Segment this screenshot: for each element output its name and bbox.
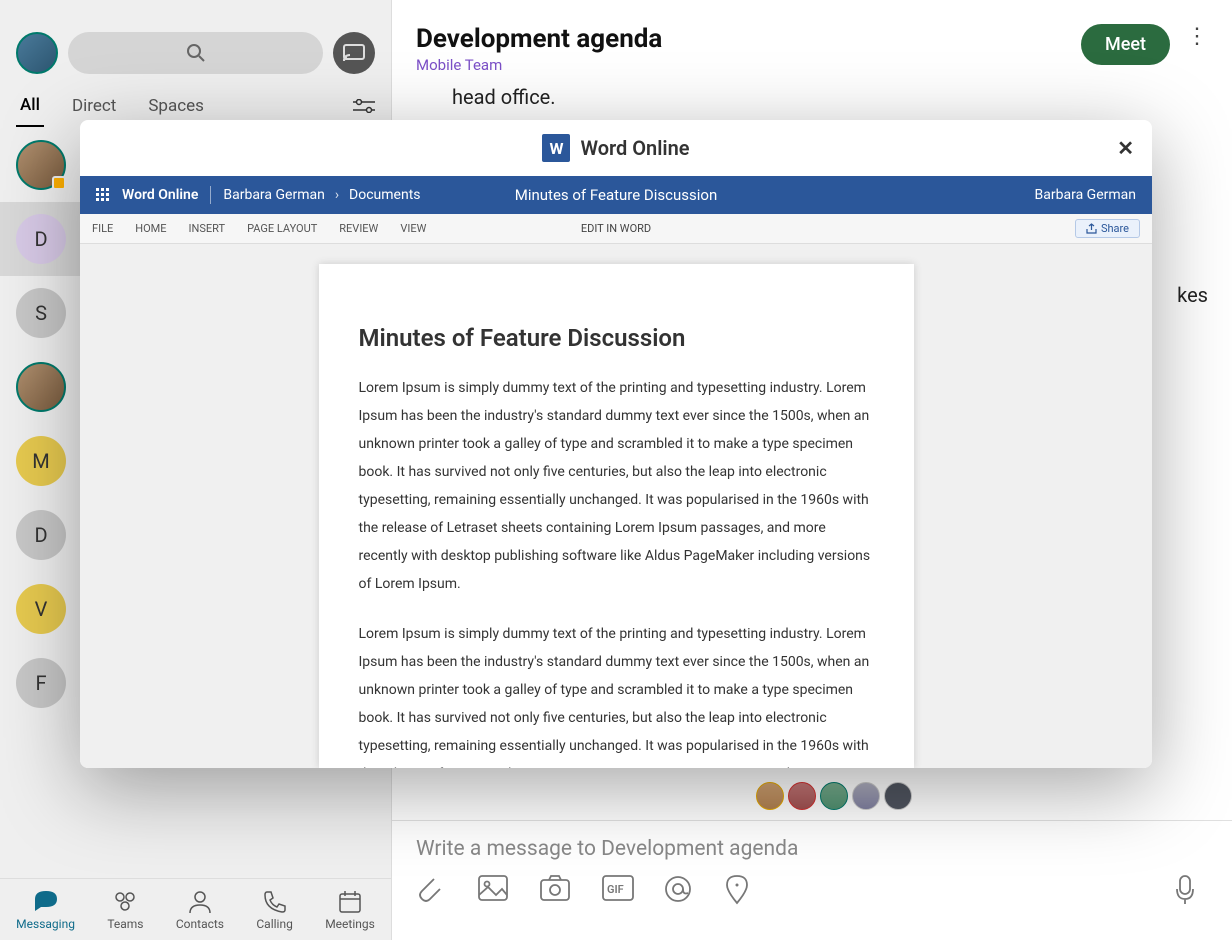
receipt-avatar[interactable]: [820, 782, 848, 810]
more-options-button[interactable]: ⋮: [1186, 24, 1208, 49]
modal-titlebar: W Word Online ✕: [80, 120, 1152, 176]
mention-button[interactable]: [664, 875, 696, 907]
meet-button[interactable]: Meet: [1081, 24, 1170, 65]
doc-heading: Minutes of Feature Discussion: [359, 324, 874, 352]
nav-label: Teams: [107, 917, 143, 931]
word-tab-insert[interactable]: INSERT: [189, 222, 226, 235]
camera-icon: [540, 875, 570, 901]
conversation-avatar: V: [16, 584, 66, 634]
image-button[interactable]: [478, 875, 510, 907]
location-button[interactable]: [726, 875, 758, 907]
conversation-avatar: [16, 140, 66, 190]
message-fragment: head office.: [452, 82, 1172, 112]
nav-teams[interactable]: Teams: [107, 889, 143, 931]
conversation-avatar: [16, 362, 66, 412]
modal-close-button[interactable]: ✕: [1117, 136, 1134, 160]
messaging-icon: [33, 889, 59, 915]
word-menu: FILE HOME INSERT PAGE LAYOUT REVIEW VIEW EDIT …: [80, 214, 1152, 244]
conversation-avatar: M: [16, 436, 66, 486]
tab-all[interactable]: All: [16, 85, 44, 127]
ribbon-app-name[interactable]: Word Online: [122, 187, 198, 203]
voice-button[interactable]: [1176, 875, 1208, 907]
nav-contacts[interactable]: Contacts: [176, 889, 224, 931]
message-composer: Write a message to Development agenda GI…: [392, 820, 1232, 940]
message-fragment-right: kes: [1177, 280, 1208, 310]
teams-icon: [112, 889, 138, 915]
word-online-modal: W Word Online ✕ Word Online Barbara Germ…: [80, 120, 1152, 768]
word-tab-view[interactable]: VIEW: [400, 222, 426, 235]
composer-input[interactable]: Write a message to Development agenda: [416, 837, 1208, 861]
word-tab-review[interactable]: REVIEW: [339, 222, 378, 235]
conversation-avatar: S: [16, 288, 66, 338]
calling-icon: [262, 889, 288, 915]
receipt-avatar[interactable]: [788, 782, 816, 810]
cast-icon: [343, 44, 365, 62]
contacts-icon: [187, 889, 213, 915]
cast-button[interactable]: [333, 32, 375, 74]
receipt-avatar[interactable]: [756, 782, 784, 810]
bottom-nav: Messaging Teams Contacts Calling Meetings: [0, 878, 391, 940]
camera-badge-icon: [52, 176, 66, 190]
nav-calling[interactable]: Calling: [256, 889, 292, 931]
read-receipts: [756, 782, 912, 810]
document-title[interactable]: Minutes of Feature Discussion: [515, 186, 717, 204]
pin-icon: [726, 875, 748, 905]
breadcrumb-user[interactable]: Barbara German: [223, 187, 324, 203]
share-icon: [1086, 223, 1097, 234]
svg-text:GIF: GIF: [607, 883, 624, 896]
gif-icon: GIF: [602, 875, 634, 901]
search-icon: [186, 43, 206, 63]
microphone-icon: [1176, 875, 1194, 905]
filter-button[interactable]: [353, 99, 375, 113]
app-launcher-icon[interactable]: [96, 188, 110, 202]
chevron-right-icon: ›: [335, 187, 339, 203]
current-user[interactable]: Barbara German: [1035, 187, 1136, 203]
word-page[interactable]: Minutes of Feature Discussion Lorem Ipsu…: [319, 264, 914, 768]
chat-subtitle[interactable]: Mobile Team: [416, 56, 662, 74]
doc-paragraph: Lorem Ipsum is simply dummy text of the …: [359, 374, 874, 598]
chat-title: Development agenda: [416, 24, 662, 54]
share-button[interactable]: Share: [1075, 219, 1140, 238]
conversation-avatar: D: [16, 510, 66, 560]
breadcrumb-location[interactable]: Documents: [349, 187, 420, 203]
conversation-avatar: F: [16, 658, 66, 708]
doc-paragraph: Lorem Ipsum is simply dummy text of the …: [359, 620, 874, 768]
word-canvas[interactable]: Minutes of Feature Discussion Lorem Ipsu…: [80, 244, 1152, 768]
gif-button[interactable]: GIF: [602, 875, 634, 907]
share-label: Share: [1101, 222, 1129, 235]
modal-app-name: Word Online: [580, 136, 689, 160]
search-input[interactable]: [68, 32, 323, 74]
nav-label: Meetings: [325, 917, 375, 931]
filter-icon: [353, 99, 375, 113]
nav-messaging[interactable]: Messaging: [16, 889, 75, 931]
receipt-avatar[interactable]: [884, 782, 912, 810]
nav-meetings[interactable]: Meetings: [325, 889, 375, 931]
edit-in-word-button[interactable]: EDIT IN WORD: [581, 222, 651, 235]
profile-avatar[interactable]: [16, 32, 58, 74]
word-tab-file[interactable]: FILE: [92, 222, 113, 235]
camera-button[interactable]: [540, 875, 572, 907]
nav-label: Messaging: [16, 917, 75, 931]
word-ribbon: Word Online Barbara German › Documents M…: [80, 176, 1152, 214]
nav-label: Contacts: [176, 917, 224, 931]
nav-label: Calling: [256, 917, 292, 931]
word-logo-icon: W: [542, 134, 570, 162]
meetings-icon: [337, 889, 363, 915]
paperclip-icon: [416, 875, 444, 903]
conversation-avatar: D: [16, 214, 66, 264]
at-icon: [664, 875, 692, 903]
attach-button[interactable]: [416, 875, 448, 907]
word-tab-page-layout[interactable]: PAGE LAYOUT: [247, 222, 317, 235]
word-tab-home[interactable]: HOME: [135, 222, 166, 235]
receipt-avatar[interactable]: [852, 782, 880, 810]
image-icon: [478, 875, 508, 901]
